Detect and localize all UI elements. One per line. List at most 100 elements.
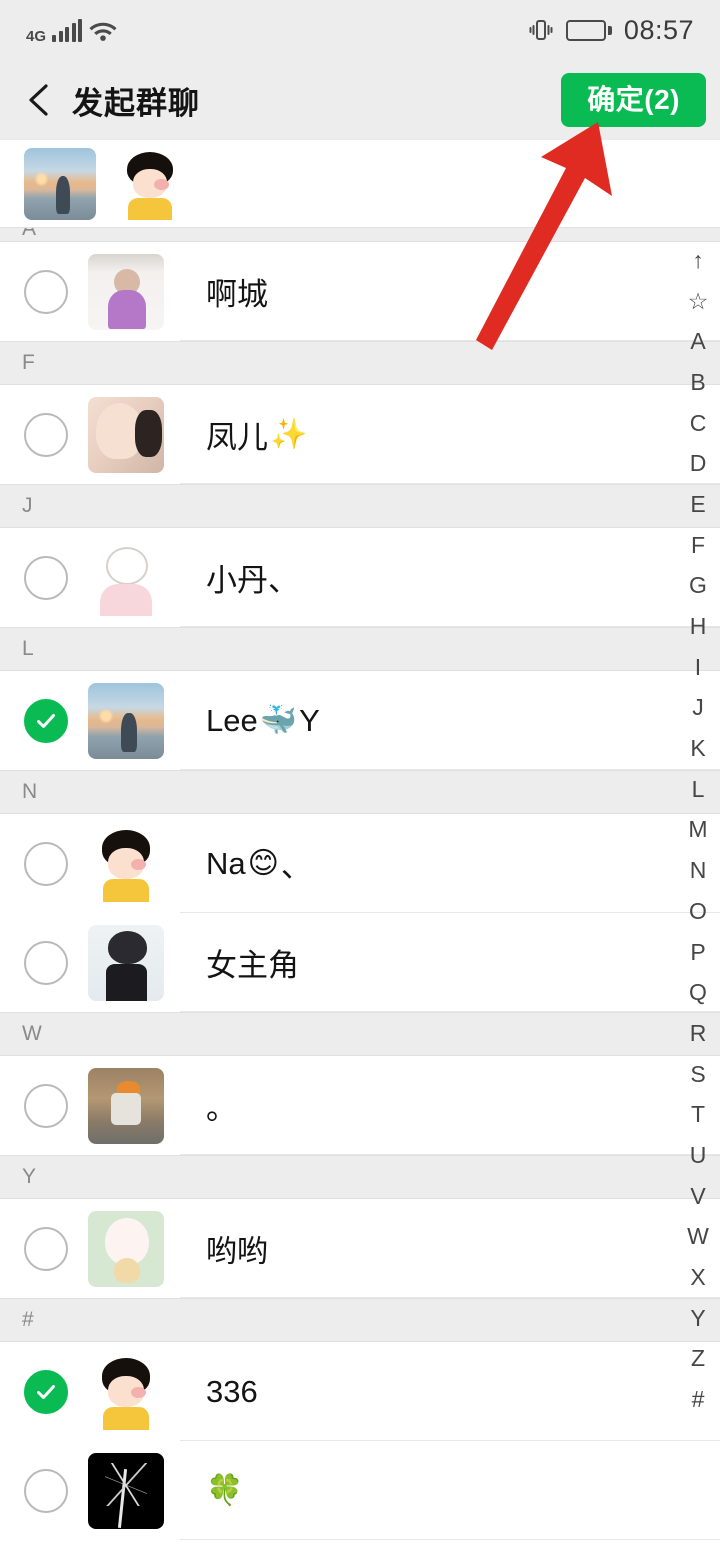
index-letter-star[interactable]: ☆ [676, 281, 720, 322]
index-letter-v[interactable]: V [676, 1176, 720, 1217]
contact-name-text: 。 [206, 1091, 237, 1126]
checkbox-checked-icon[interactable] [24, 1369, 68, 1414]
contact-row[interactable]: 哟哟 [0, 1199, 720, 1298]
vibrate-icon [529, 20, 553, 40]
contact-name: 小丹、 [206, 555, 299, 600]
checkbox-unchecked-icon[interactable] [24, 1468, 68, 1513]
contact-avatar [88, 396, 164, 473]
checkbox-unchecked-icon[interactable] [24, 555, 68, 600]
index-letter-e[interactable]: E [676, 484, 720, 525]
index-letter-g[interactable]: G [676, 566, 720, 607]
checkbox-unchecked-icon[interactable] [24, 1083, 68, 1128]
status-bar-left: 4G [26, 16, 118, 45]
index-letter-k[interactable]: K [676, 728, 720, 769]
wifi-icon [89, 22, 117, 41]
index-letter-r[interactable]: R [676, 1013, 720, 1054]
index-letter-n[interactable]: N [676, 850, 720, 891]
section-header-label: Y [22, 1165, 37, 1188]
index-letter-x[interactable]: X [676, 1257, 720, 1298]
index-letter-hash[interactable]: # [676, 1379, 720, 1420]
contact-name-text: 哟哟 [206, 1234, 268, 1269]
section-header-label: F [22, 351, 35, 374]
index-letter-i[interactable]: I [676, 647, 720, 688]
contact-name-text: 凤儿 [206, 420, 268, 455]
back-chevron-icon[interactable] [22, 80, 56, 120]
screen-root: 4G 08:57 发起群聊 确定(2) A 啊城 F 凤儿 ✨ J 小丹、 L … [0, 0, 720, 1560]
contact-name-text: 小丹、 [206, 563, 299, 598]
contact-avatar [88, 1067, 164, 1144]
contact-row[interactable]: 336 [0, 1342, 720, 1441]
clock-label: 08:57 [623, 14, 694, 45]
status-bar-right: 08:57 [528, 15, 694, 46]
nav-bar: 发起群聊 确定(2) [0, 60, 720, 140]
selected-avatar[interactable] [114, 147, 186, 220]
index-letter-o[interactable]: O [676, 891, 720, 932]
contact-name: Na 😊、 [206, 841, 312, 886]
section-header-label: J [22, 494, 33, 517]
index-letter-t[interactable]: T [676, 1094, 720, 1135]
index-letter-s[interactable]: S [676, 1054, 720, 1095]
contact-avatar [88, 1452, 164, 1529]
section-header: J [0, 484, 720, 528]
contact-name: 哟哟 [206, 1226, 268, 1271]
battery-icon [565, 19, 612, 41]
signal-bars-icon [52, 18, 83, 42]
selected-members-strip[interactable] [0, 140, 720, 228]
contact-row[interactable]: Na 😊、 [0, 814, 720, 913]
contact-avatar [88, 924, 164, 1001]
checkbox-unchecked-icon[interactable] [24, 1226, 68, 1271]
contact-name-text: 啊城 [206, 277, 268, 312]
contact-row[interactable]: 小丹、 [0, 528, 720, 627]
alphabet-index-bar[interactable]: ↑ ☆ A B C D E F G H I J K L M N O P Q R S T U V W X Y Z # [676, 240, 720, 1420]
index-letter-h[interactable]: H [676, 606, 720, 647]
index-letter-d[interactable]: D [676, 443, 720, 484]
contact-avatar [88, 1210, 164, 1287]
contact-row[interactable]: 女主角 [0, 913, 720, 1012]
contact-avatar [88, 539, 164, 616]
checkbox-unchecked-icon[interactable] [24, 412, 68, 457]
section-header-label: W [22, 1022, 42, 1045]
contact-name-emoji: 🍀 [206, 1473, 244, 1507]
index-letter-q[interactable]: Q [676, 972, 720, 1013]
index-letter-f[interactable]: F [676, 525, 720, 566]
section-header-label: L [22, 637, 34, 660]
contact-avatar [88, 825, 164, 902]
index-letter-z[interactable]: Z [676, 1339, 720, 1380]
index-letter-top[interactable]: ↑ [676, 240, 720, 281]
contact-row[interactable]: 凤儿 ✨ [0, 385, 720, 484]
index-letter-j[interactable]: J [676, 688, 720, 729]
section-header: A [0, 228, 720, 242]
contact-name-emoji: 🐳 [259, 703, 298, 737]
contact-row[interactable]: 。 [0, 1056, 720, 1155]
contact-list[interactable]: A 啊城 F 凤儿 ✨ J 小丹、 L Lee 🐳 Y N Na 😊、女主角 W 。 Y 哟哟 #336 🍀 [0, 228, 720, 1560]
contact-name-emoji: 😊 [247, 846, 279, 880]
index-letter-y[interactable]: Y [676, 1298, 720, 1339]
checkbox-unchecked-icon[interactable] [24, 940, 68, 985]
index-letter-c[interactable]: C [676, 403, 720, 444]
contact-row[interactable]: 啊城 [0, 242, 720, 341]
contact-name-text: Na [206, 845, 246, 881]
index-letter-b[interactable]: B [676, 362, 720, 403]
contact-name: 336 [206, 1374, 258, 1410]
contact-name-suffix: 、 [280, 849, 312, 884]
section-header: N [0, 770, 720, 814]
confirm-button[interactable]: 确定(2) [561, 73, 706, 127]
index-letter-p[interactable]: P [676, 932, 720, 973]
contact-avatar [88, 253, 164, 330]
section-header: L [0, 627, 720, 671]
network-type-label: 4G [26, 27, 47, 45]
index-letter-a[interactable]: A [676, 321, 720, 362]
index-letter-l[interactable]: L [676, 769, 720, 810]
index-letter-w[interactable]: W [676, 1217, 720, 1258]
checkbox-unchecked-icon[interactable] [24, 269, 68, 314]
contact-name-suffix: Y [299, 702, 320, 738]
contact-row[interactable]: Lee 🐳 Y [0, 671, 720, 770]
index-letter-u[interactable]: U [676, 1135, 720, 1176]
index-letter-m[interactable]: M [676, 810, 720, 851]
checkbox-checked-icon[interactable] [24, 698, 68, 743]
contact-name-text: Lee [206, 702, 258, 738]
selected-avatar[interactable] [24, 147, 96, 220]
contact-avatar [88, 682, 164, 759]
checkbox-unchecked-icon[interactable] [24, 841, 68, 886]
contact-row[interactable]: 🍀 [0, 1441, 720, 1540]
